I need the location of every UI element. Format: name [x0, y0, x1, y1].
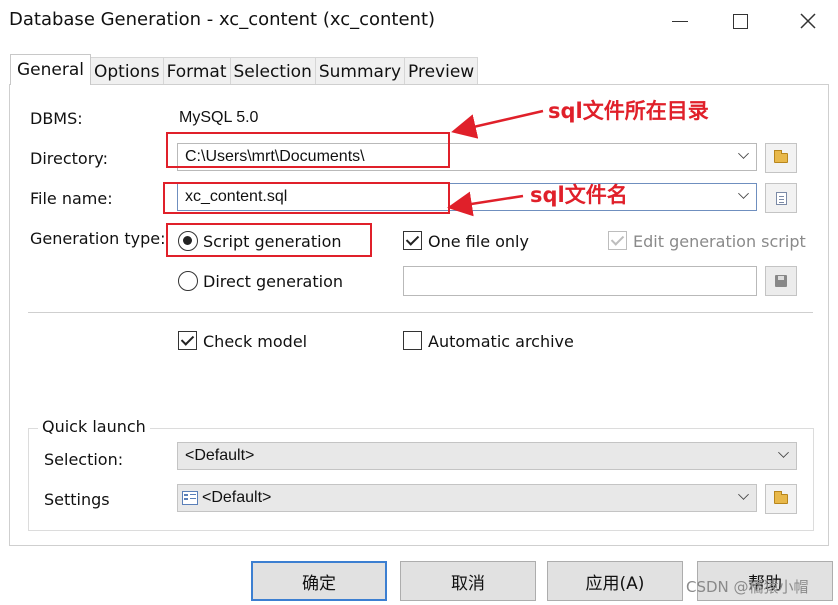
tab-general[interactable]: General: [10, 54, 91, 85]
cancel-button[interactable]: 取消: [400, 561, 536, 601]
filename-arrow: [447, 191, 524, 217]
annotation-arrows: [447, 109, 544, 217]
watermark: CSDN @橘猿小帽: [686, 578, 809, 596]
directory-annotation: sql文件所在目录: [548, 99, 709, 123]
apply-button[interactable]: 应用(A): [547, 561, 683, 601]
filename-annotation: sql文件名: [530, 183, 628, 207]
ok-button[interactable]: 确定: [251, 561, 387, 601]
directory-arrow: [451, 109, 544, 139]
